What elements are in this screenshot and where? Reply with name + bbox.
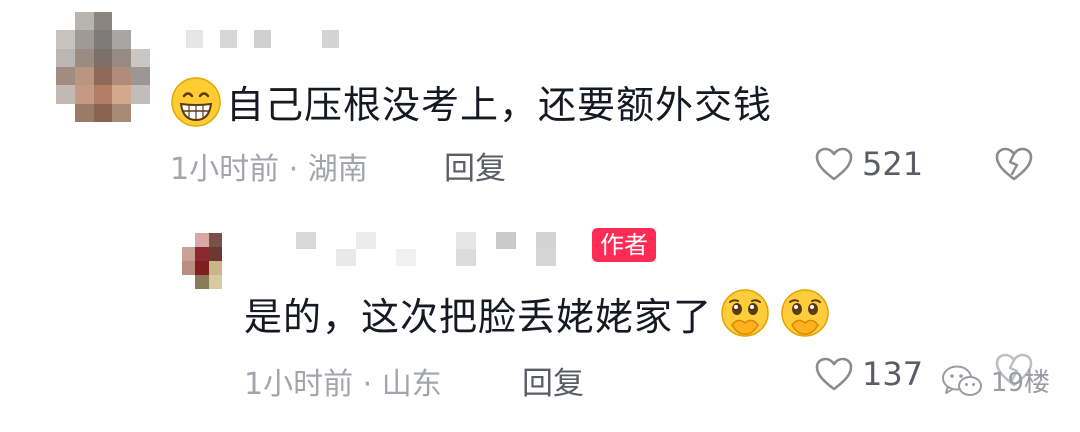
dislike-broken-heart-icon[interactable] xyxy=(994,146,1034,182)
reply-like-count: 137 xyxy=(862,355,924,393)
grinning-face-icon xyxy=(171,76,221,127)
like-heart-icon[interactable] xyxy=(814,146,854,182)
face-holding-back-tears-icon xyxy=(721,288,769,337)
face-holding-back-tears-icon xyxy=(781,288,829,337)
comment-text: 自己压根没考上，还要额外交钱 xyxy=(170,74,772,129)
comment-body: 自己压根没考上，还要额外交钱 xyxy=(226,83,773,127)
watermark: 19楼 xyxy=(941,362,1050,399)
reply-like-heart-icon[interactable] xyxy=(814,356,854,392)
reply-time-location: 1小时前 · 山东 xyxy=(244,367,442,402)
watermark-text: 19楼 xyxy=(990,368,1050,398)
comment-time-location: 1小时前 · 湖南 xyxy=(170,152,368,187)
reply-avatar[interactable] xyxy=(182,233,222,289)
reply-username[interactable] xyxy=(296,232,576,266)
username[interactable] xyxy=(186,30,356,48)
avatar[interactable] xyxy=(56,12,150,122)
author-badge: 作者 xyxy=(592,228,656,262)
wechat-icon xyxy=(941,365,982,396)
reply-button[interactable]: 回复 xyxy=(444,143,506,188)
reply-body: 是的，这次把脸丢姥姥家了 xyxy=(244,295,713,339)
reply-reply-button[interactable]: 回复 xyxy=(522,358,584,403)
like-count: 521 xyxy=(862,145,924,183)
reply-text: 是的，这次把脸丢姥姥家了 xyxy=(244,286,832,341)
